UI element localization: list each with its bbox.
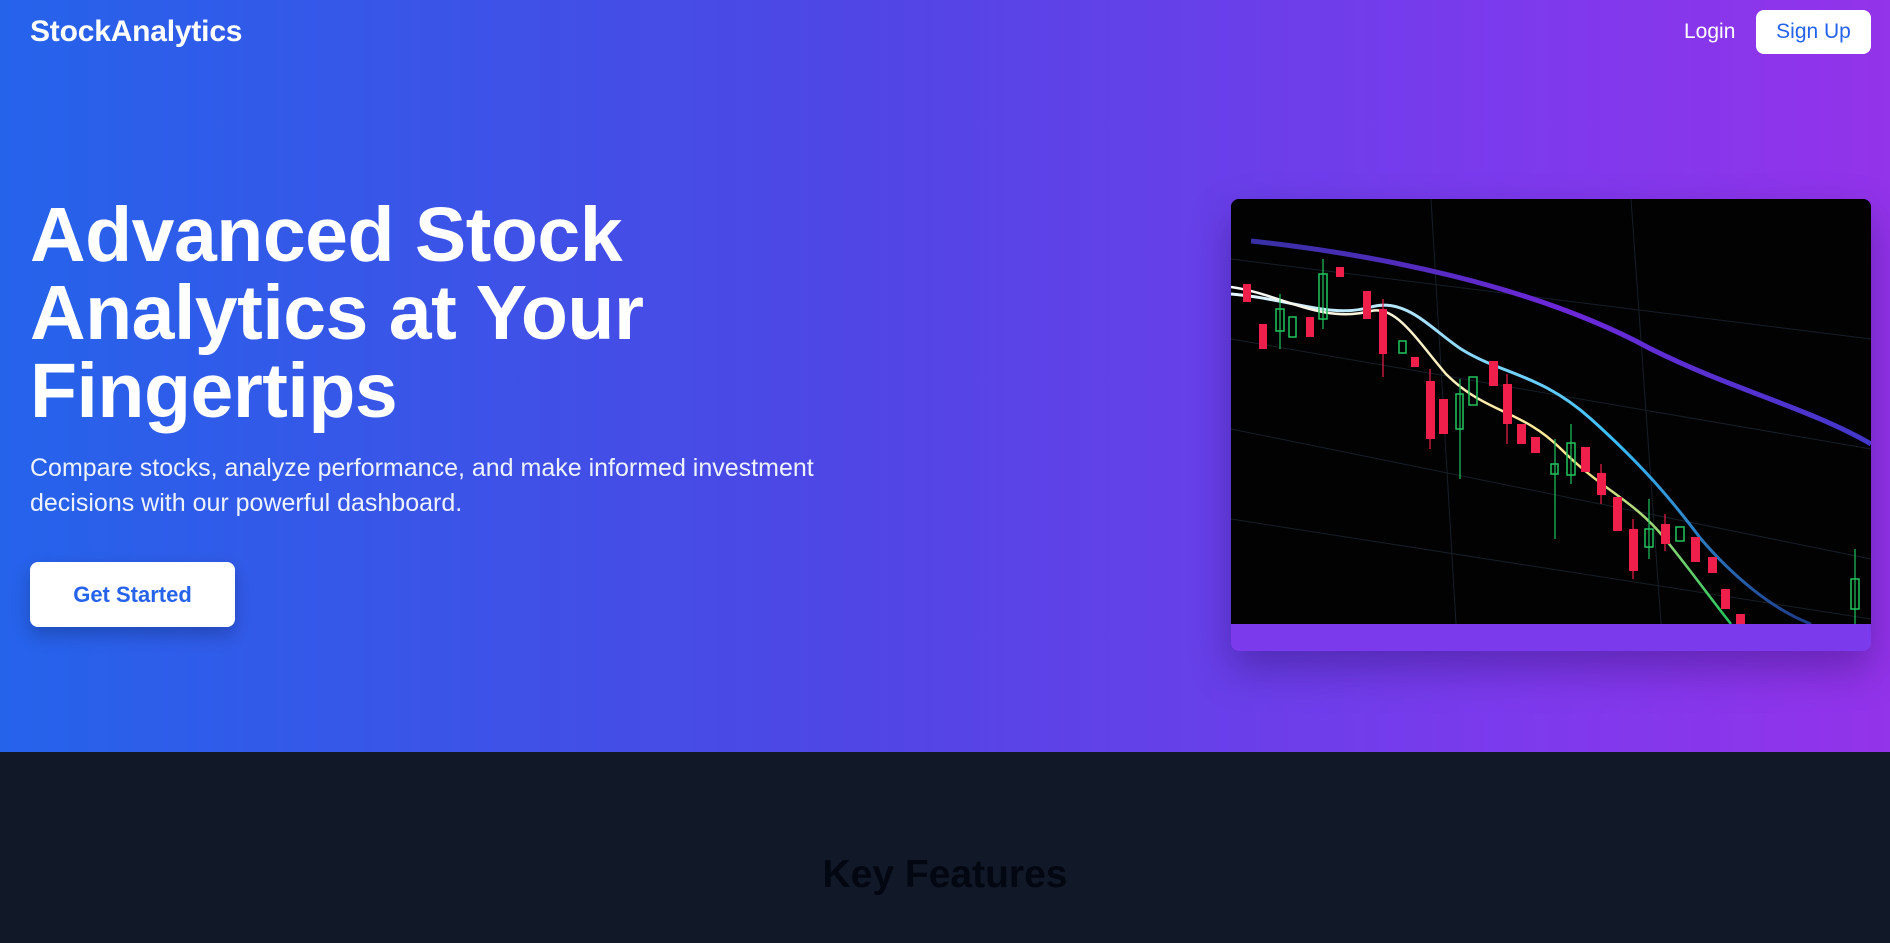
- candlestick-chart-graphic: [1231, 199, 1871, 626]
- subtitle-line: Compare stocks, analyze performance, and…: [30, 454, 814, 482]
- features-section: Key Features: [0, 752, 1890, 943]
- brand-logo[interactable]: StockAnalytics: [30, 14, 242, 50]
- get-started-button[interactable]: Get Started: [30, 562, 235, 627]
- hero-image-card: [1231, 199, 1871, 651]
- login-link[interactable]: Login: [1684, 16, 1735, 48]
- headline-line: Fingertips: [30, 348, 398, 434]
- hero-subtitle: Compare stocks, analyze performance, and…: [30, 451, 890, 521]
- sign-up-button[interactable]: Sign Up: [1756, 10, 1871, 54]
- top-navigation: StockAnalytics Login Sign Up: [0, 0, 1890, 64]
- features-heading: Key Features: [822, 853, 1068, 896]
- subtitle-line: decisions with our powerful dashboard.: [30, 489, 463, 517]
- candlestick-chart-image: [1231, 199, 1871, 626]
- headline-line: Advanced Stock: [30, 192, 623, 278]
- headline-line: Analytics at Your: [30, 270, 644, 356]
- hero-section: StockAnalytics Login Sign Up Advanced St…: [0, 0, 1890, 752]
- hero-headline: Advanced Stock Analytics at Your Fingert…: [30, 196, 790, 430]
